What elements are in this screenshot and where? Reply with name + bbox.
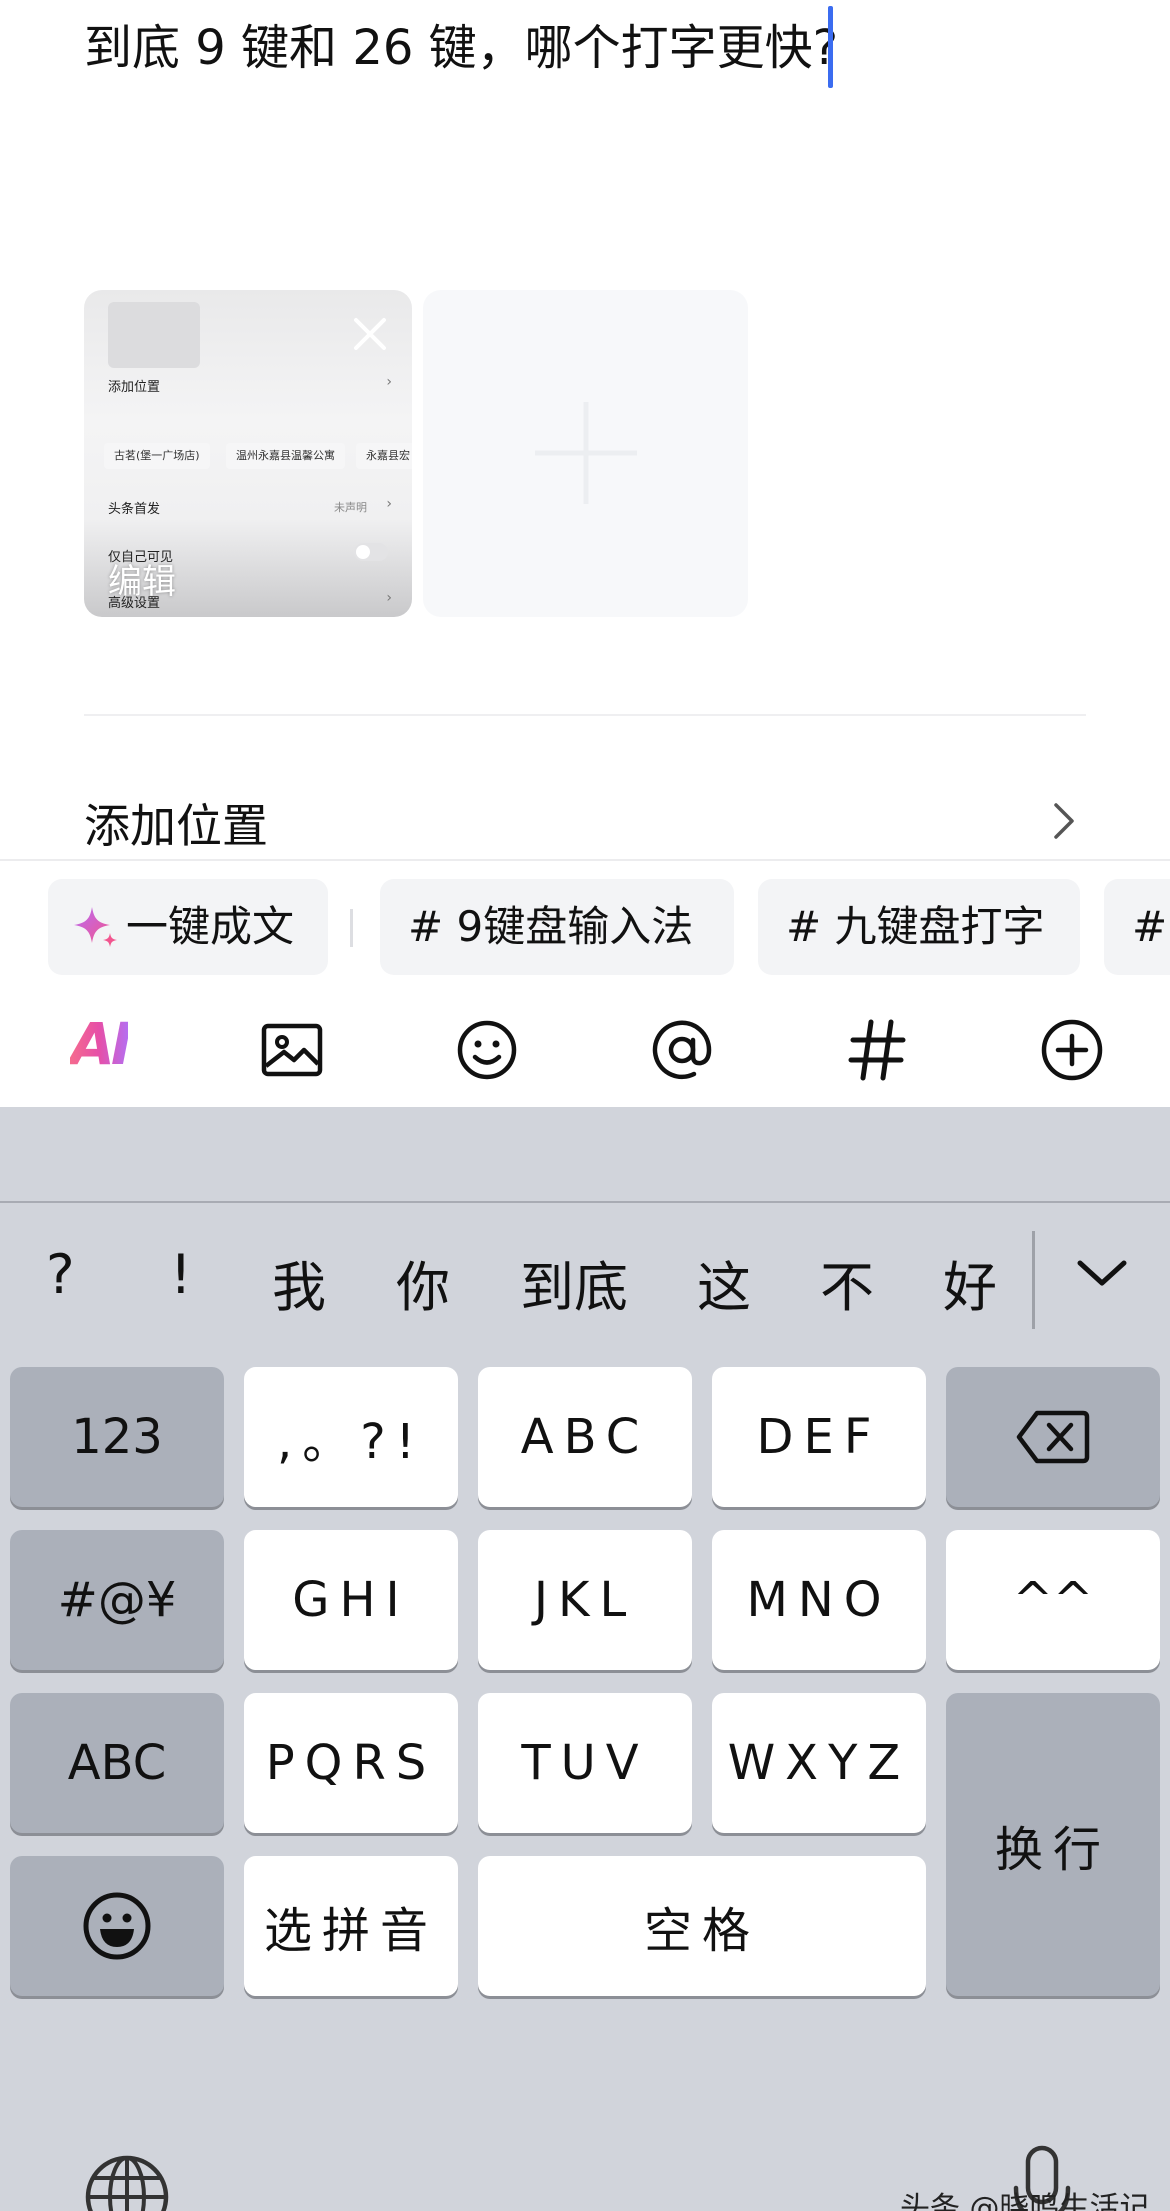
divider [84,714,1086,716]
close-icon[interactable] [348,312,392,356]
chevron-right-icon: › [386,496,392,512]
thumbnail-preview-block [108,302,200,368]
thumbnail-first-publish-value: 未声明 [334,501,367,514]
compose-toolbar: AI [0,1000,1170,1100]
sparkle-icon [74,907,117,947]
candidate-word[interactable]: 不 [820,1243,874,1322]
keyboard: ? ! 我 你 到底 这 不 好 123 ,。?! ABC DEF #@¥ GH… [0,1107,1170,2211]
topic-chip[interactable]: # 九键盘打字 [758,879,1080,975]
add-location-label: 添加位置 [84,799,268,853]
emoji-button[interactable] [437,1000,537,1100]
topic-chip-bar: 一键成文 # 9键盘输入法 # 九键盘打字 # [0,879,1170,975]
emoji-icon [83,1892,151,1960]
key-123[interactable]: 123 [10,1367,224,1507]
at-icon [652,1020,712,1080]
chip-label: 一键成文 [126,902,295,951]
key-abc[interactable]: ABC [478,1367,692,1507]
key-wxyz[interactable]: WXYZ [712,1693,926,1833]
add-circle-icon [1041,1019,1103,1081]
edit-image-label[interactable]: 编辑 [108,554,176,603]
key-abc-switch[interactable]: ABC [10,1693,224,1833]
ai-logo-icon: AI [70,1010,133,1078]
hashtag-icon [848,1019,906,1081]
key-punctuation[interactable]: ,。?! [244,1367,458,1507]
text-caret [828,6,833,88]
thumbnail-chip: 温州永嘉县温馨公寓 [226,443,345,469]
candidate-word[interactable]: ? [46,1243,75,1306]
key-def[interactable]: DEF [712,1367,926,1507]
ai-button[interactable]: AI [50,1000,150,1100]
thumbnail-chip: 古茗(堡一广场店) [104,443,210,469]
chip-separator [350,909,353,947]
add-image-button[interactable] [423,290,748,617]
chevron-right-icon [1054,803,1074,839]
image-icon [261,1023,323,1077]
delete-key[interactable] [946,1367,1160,1507]
plus-icon [535,402,637,504]
chevron-right-icon: › [386,374,392,390]
emoji-icon [457,1020,517,1080]
compose-area: 到底 9 键和 26 键，哪个打字更快? 添加位置 › 古茗(堡一广场店) 温州… [0,0,1170,1107]
emoji-key[interactable] [10,1856,224,1996]
candidate-word[interactable]: 我 [272,1243,326,1322]
watermark: 头条 @晓鸣生活记 [900,2191,1150,2211]
separator [0,859,1170,861]
thumbnail-row-location: 添加位置 [108,380,161,395]
chevron-right-icon: › [386,590,392,606]
thumbnail-chip: 永嘉县宏 [356,443,412,469]
backspace-icon [1016,1410,1090,1464]
chevron-down-icon[interactable] [1070,1241,1134,1305]
key-jkl[interactable]: JKL [478,1530,692,1670]
image-thumbnail[interactable]: 添加位置 › 古茗(堡一广场店) 温州永嘉县温馨公寓 永嘉县宏 头条首发 未声明… [84,290,412,617]
enter-key[interactable]: 换行 [946,1693,1160,1996]
mention-button[interactable] [632,1000,732,1100]
candidate-word[interactable]: ! [170,1243,192,1306]
key-mno[interactable]: MNO [712,1530,926,1670]
thumbnail-toggle [354,543,388,561]
image-button[interactable] [242,1000,342,1100]
candidate-word[interactable]: 你 [396,1243,450,1322]
candidate-word[interactable]: 到底 [520,1243,628,1322]
candidate-bar: ? ! 我 你 到底 这 不 好 [0,1203,1170,1363]
one-click-compose-chip[interactable]: 一键成文 [48,879,328,975]
more-button[interactable] [1022,1000,1122,1100]
topic-chip[interactable]: # [1104,879,1170,975]
topic-chip[interactable]: # 9键盘输入法 [380,879,734,975]
key-symbols[interactable]: #@¥ [10,1530,224,1670]
thumbnail-row-first-publish: 头条首发 [108,502,161,517]
key-pqrs[interactable]: PQRS [244,1693,458,1833]
key-select-pinyin[interactable]: 选拼音 [244,1856,458,1996]
candidate-divider [1032,1231,1035,1329]
globe-icon[interactable] [82,2152,172,2211]
space-key[interactable]: 空格 [478,1856,926,1996]
candidate-word[interactable]: 这 [697,1243,751,1322]
post-title-input[interactable]: 到底 9 键和 26 键，哪个打字更快? [84,8,838,78]
key-ghi[interactable]: GHI [244,1530,458,1670]
candidate-word[interactable]: 好 [943,1243,997,1322]
key-kaomoji[interactable]: ^^ [946,1530,1160,1670]
key-tuv[interactable]: TUV [478,1693,692,1833]
add-location-row[interactable]: 添加位置 [0,780,1170,860]
hashtag-button[interactable] [827,1000,927,1100]
